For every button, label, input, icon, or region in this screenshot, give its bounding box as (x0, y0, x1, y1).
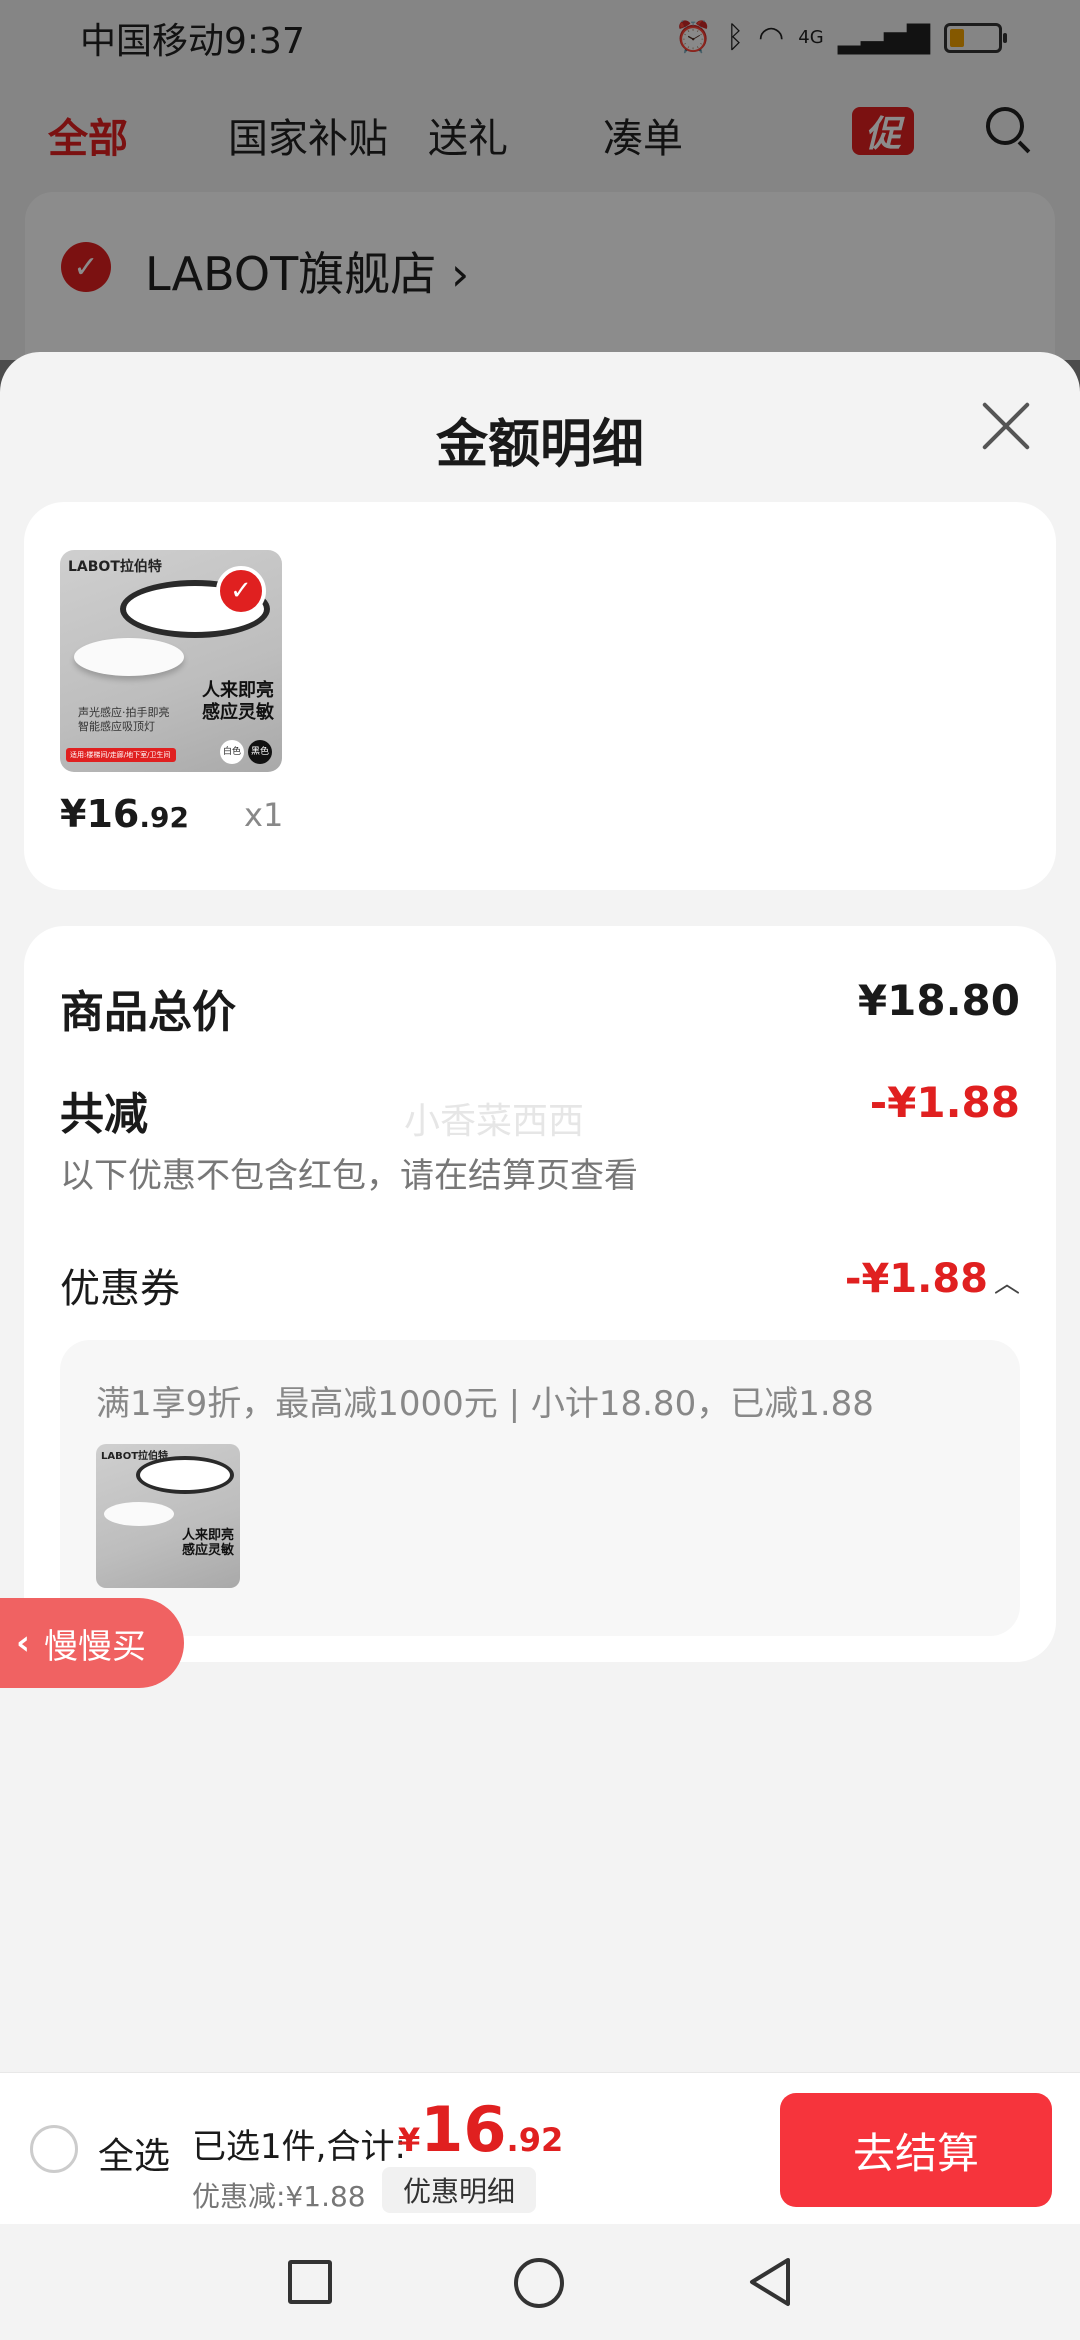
coupon-product-thumbnail[interactable]: LABOT拉伯特 人来即亮 感应灵敏 (96, 1444, 240, 1588)
chevron-left-icon: ‹ (16, 1623, 31, 1663)
thumb-strip: 适用:楼梯间/走廊/地下室/卫生间 (66, 748, 176, 762)
thumb-white-dot: 白色 (220, 740, 244, 764)
product-thumbnail[interactable]: LABOT拉伯特 人来即亮 感应灵敏 声光感应·拍手即亮 智能感应吸顶灯 适用:… (60, 550, 282, 772)
summary-card: 商品总价 ¥18.80 小香菜西西 共减 -¥1.88 以下优惠不包含红包，请在… (24, 926, 1056, 1662)
total-reduce-value: -¥1.88 (869, 1078, 1020, 1127)
thumb-headline: 人来即亮 感应灵敏 (202, 680, 274, 723)
back-icon[interactable] (744, 2254, 796, 2310)
select-all-radio[interactable] (30, 2125, 78, 2173)
chevron-up-icon: ︿ (993, 1269, 1020, 1299)
product-price: ¥16.92 (60, 792, 189, 836)
thumb-black-dot: 黑色 (248, 740, 272, 764)
lamp-light-image (74, 638, 184, 676)
coupon-value-toggle[interactable]: -¥1.88 ︿ (845, 1256, 1020, 1302)
coupon-lamp-light-image (104, 1502, 174, 1526)
close-icon[interactable] (980, 400, 1032, 452)
amount-detail-sheet: 金额明细 LABOT拉伯特 人来即亮 感应灵敏 声光感应·拍手即亮 智能感应吸顶… (0, 352, 1080, 2340)
checkout-button[interactable]: 去结算 (780, 2093, 1052, 2207)
coupon-label: 优惠券 (60, 1266, 180, 1312)
total-price-value: ¥18.80 (857, 976, 1020, 1025)
system-nav-bar (0, 2224, 1080, 2340)
product-quantity: x1 (244, 796, 284, 834)
coupon-thumb-headline: 人来即亮 感应灵敏 (181, 1528, 234, 1558)
select-all-label[interactable]: 全选 (98, 2127, 170, 2179)
slow-buy-label: 慢慢买 (44, 1626, 147, 1667)
coupon-description: 满1享9折，最高减1000元 | 小计18.80，已减1.88 (96, 1384, 874, 1424)
reduce-note: 以下优惠不包含红包，请在结算页查看 (60, 1156, 638, 1196)
product-card: LABOT拉伯特 人来即亮 感应灵敏 声光感应·拍手即亮 智能感应吸顶灯 适用:… (24, 502, 1056, 890)
coupon-lamp-dark-image (136, 1456, 234, 1494)
coupon-detail-box: 满1享9折，最高减1000元 | 小计18.80，已减1.88 LABOT拉伯特… (60, 1340, 1020, 1636)
recent-apps-icon[interactable] (288, 2260, 332, 2304)
discount-text: 优惠减:¥1.88 (192, 2180, 366, 2213)
total-reduce-label: 共减 (60, 1089, 148, 1140)
total-price-label: 商品总价 (60, 987, 236, 1038)
sheet-title: 金额明细 (435, 415, 644, 475)
thumb-subtitle: 声光感应·拍手即亮 智能感应吸顶灯 (78, 706, 170, 733)
slow-buy-button[interactable]: ‹ 慢慢买 (0, 1598, 184, 1688)
discount-detail-button[interactable]: 优惠明细 (382, 2167, 536, 2213)
thumb-brand: LABOT拉伯特 (68, 559, 162, 575)
selected-total: ¥16.92 (398, 2093, 564, 2166)
home-icon[interactable] (514, 2258, 564, 2308)
product-check-icon[interactable]: ✓ (216, 566, 266, 616)
selected-count-text: 已选1件,合计: (192, 2127, 406, 2167)
watermark-text: 小香菜西西 (404, 1101, 585, 1142)
checkout-bar: 全选 已选1件,合计: ¥16.92 优惠减:¥1.88 优惠明细 去结算 (0, 2072, 1080, 2224)
